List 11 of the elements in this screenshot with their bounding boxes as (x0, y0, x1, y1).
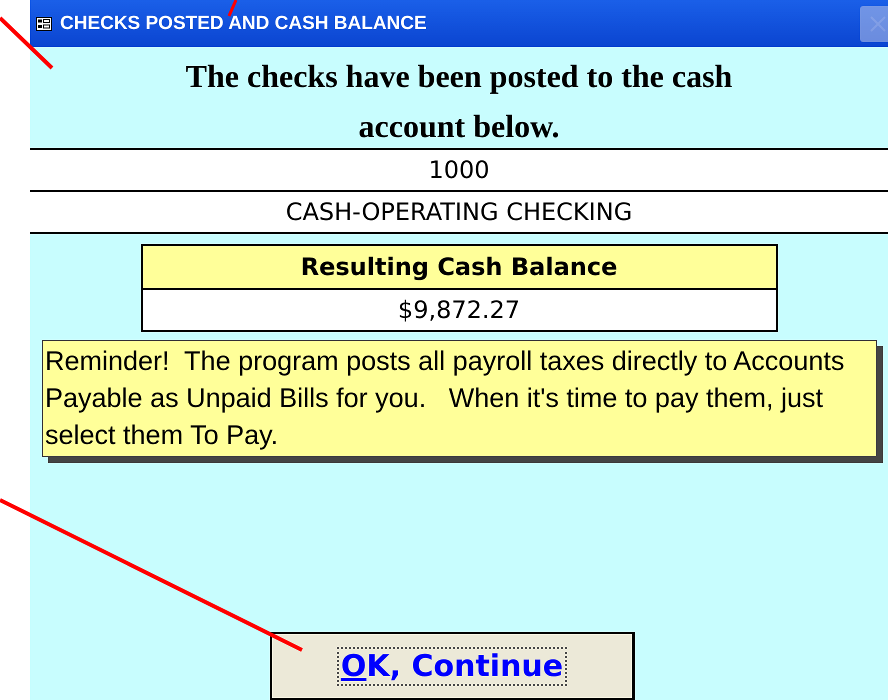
window-title: CHECKS POSTED AND CASH BALANCE (60, 12, 427, 34)
balance-value: $9,872.27 (142, 290, 776, 330)
annotation-line (228, 0, 238, 17)
annotation-line (0, 16, 54, 70)
heading: The checks have been posted to the cash account below. (184, 57, 734, 146)
account-number: 1000 (30, 148, 888, 190)
ok-continue-button[interactable]: OK, Continue (270, 632, 635, 700)
account-name: CASH-OPERATING CHECKING (30, 190, 888, 234)
form-icon (36, 16, 52, 30)
close-button[interactable] (860, 6, 888, 42)
balance-label: Resulting Cash Balance (142, 246, 776, 290)
